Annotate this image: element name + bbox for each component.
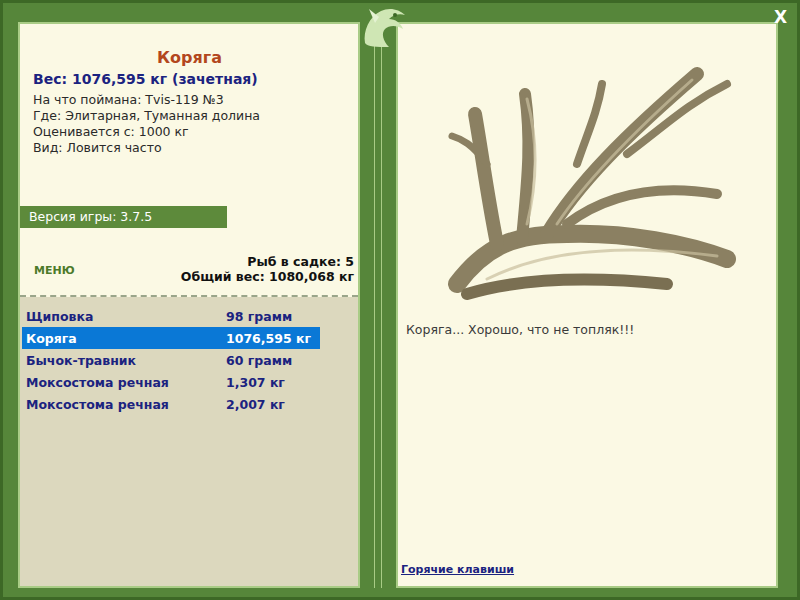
hotkeys-link[interactable]: Горячие клавиши [398,563,776,586]
catch-weight: Вес: 1076,595 кг (зачетная) [33,71,346,87]
catch-window: X Коряга Вес: 1076,595 кг (зачетная) На что… [0,0,800,600]
fish-weight: 1076,595 кг [226,331,311,346]
fish-name: Моксостома речная [26,397,226,412]
catch-detail: Где: Элитарная, Туманная долина [33,108,346,124]
keepnet-total: Общий вес: 1080,068 кг [181,269,354,284]
fish-name: Бычок-травник [26,353,226,368]
catch-detail: Оценивается с: 1000 кг [33,124,346,140]
fish-list: Щиповка98 граммКоряга1076,595 кгБычок-тр… [20,297,358,586]
snag-image [427,44,747,306]
catch-detail: На что поймана: Tvis-119 №3 [33,92,346,108]
panel-divider [374,22,382,588]
menu-row: МЕНЮ Рыб в садке: 5Общий вес: 1080,068 кг [20,228,358,297]
fish-weight: 60 грамм [226,353,292,368]
fish-weight: 1,307 кг [226,375,285,390]
picture-panel: Коряга... Хорошо, что не топляк!!!Горячи… [396,22,778,588]
fish-row[interactable]: Моксостома речная1,307 кг [22,371,320,393]
fish-row[interactable]: Бычок-травник60 грамм [22,349,320,371]
dragon-logo-icon [355,3,415,51]
info-panel: Коряга Вес: 1076,595 кг (зачетная) На что … [18,22,360,588]
fish-weight: 2,007 кг [226,397,285,412]
fish-name: Моксостома речная [26,375,226,390]
catch-info: Коряга Вес: 1076,595 кг (зачетная) На что … [20,24,358,206]
keepnet-totals: Рыб в садке: 5Общий вес: 1080,068 кг [181,254,354,284]
catch-detail: Вид: Ловится часто [33,140,346,156]
close-button[interactable]: X [774,7,787,27]
fish-name: Коряга [26,331,226,346]
fish-name: Щиповка [26,309,226,324]
fish-row[interactable]: Моксостома речная2,007 кг [22,393,320,415]
fish-weight: 98 грамм [226,309,292,324]
catch-title: Коряга [33,48,346,67]
fish-row[interactable]: Щиповка98 грамм [22,305,320,327]
image-area [398,24,776,306]
catch-description: Коряга... Хорошо, что не топляк!!! [398,306,776,563]
keepnet-count: Рыб в садке: 5 [181,254,354,269]
fish-row[interactable]: Коряга1076,595 кг [22,327,320,349]
menu-button[interactable]: МЕНЮ [34,264,75,277]
version-bar: Версия игры: 3.7.5 [20,206,227,228]
